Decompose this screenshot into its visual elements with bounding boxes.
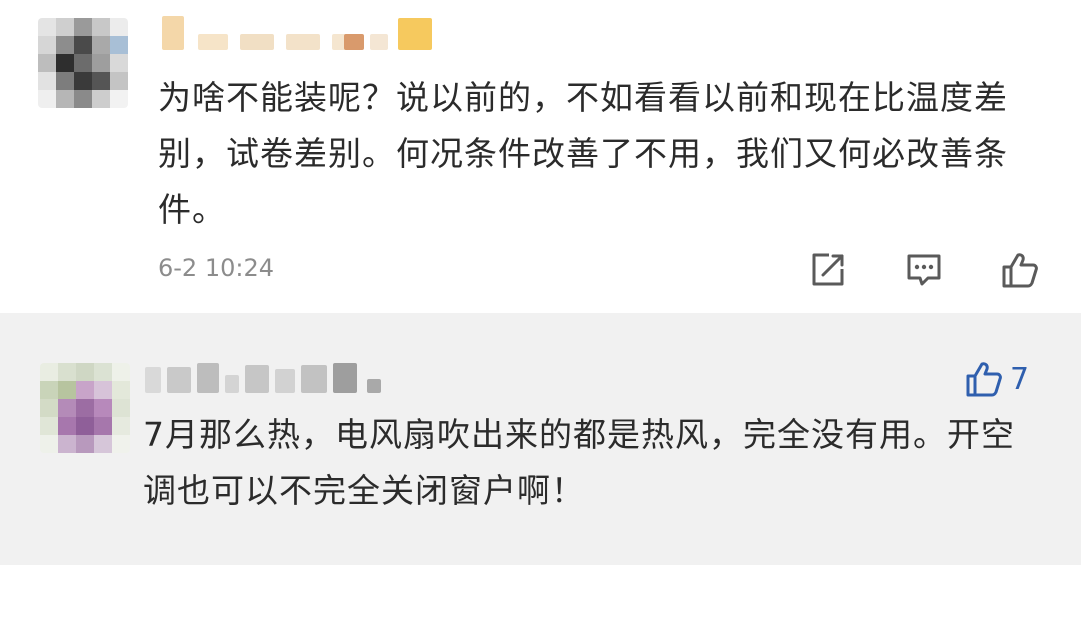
comment-thread: 为啥不能装呢？说以前的，不如看看以前和现在比温度差别，试卷差别。何况条件改善了不…	[0, 0, 1081, 621]
like-button[interactable]: 7	[964, 357, 1029, 401]
avatar[interactable]	[38, 18, 128, 108]
comment-text: 7月那么热，电风扇吹出来的都是热风，完全没有用。开空调也可以不完全关闭窗户啊！	[143, 415, 1015, 510]
username[interactable]	[160, 16, 435, 52]
comment-icon	[907, 254, 941, 286]
comment-text: 为啥不能装呢？说以前的，不如看看以前和现在比温度差别，试卷差别。何况条件改善了不…	[158, 78, 1008, 229]
comment-button[interactable]	[902, 248, 946, 292]
share-icon	[812, 253, 844, 286]
like-count: 7	[1010, 361, 1030, 397]
thumbs-up-icon	[1002, 253, 1038, 288]
reply-item: 7 7月那么热，电风扇吹出来的都是热风，完全没有用。开空调也可以不完全关闭窗户啊…	[0, 313, 1081, 565]
share-button[interactable]	[806, 248, 850, 292]
timestamp: 6-2 10:24	[158, 254, 274, 282]
thumbs-up-icon	[966, 362, 1002, 397]
comment-item: 为啥不能装呢？说以前的，不如看看以前和现在比温度差别，试卷差别。何况条件改善了不…	[0, 0, 1081, 312]
avatar[interactable]	[40, 363, 130, 453]
username[interactable]	[145, 361, 395, 397]
like-button[interactable]	[998, 248, 1042, 292]
